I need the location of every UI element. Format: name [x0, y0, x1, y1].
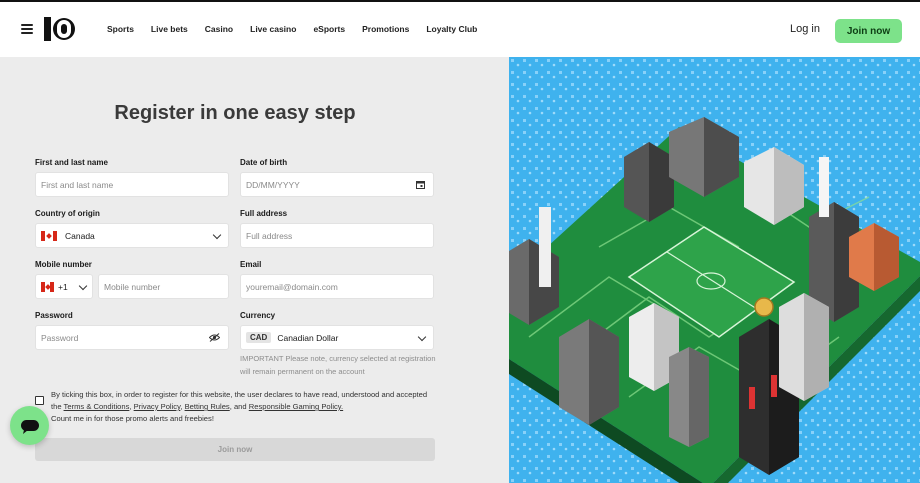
address-field[interactable]: Full address — [240, 223, 434, 248]
nav-esports[interactable]: eSports — [313, 24, 345, 34]
calendar-icon[interactable] — [416, 180, 425, 189]
join-now-button[interactable]: Join now — [835, 19, 902, 43]
password-field[interactable]: Password — [35, 325, 229, 350]
currency-note: IMPORTANT Please note, currency selected… — [240, 354, 436, 376]
menu-icon[interactable] — [21, 24, 33, 34]
promo-consent-text: Count me in for those promo alerts and f… — [51, 414, 214, 423]
main-nav: Sports Live bets Casino Live casino eSpo… — [107, 24, 494, 34]
dob-field[interactable]: DD/MM/YYYY — [240, 172, 434, 197]
canada-flag-icon — [41, 230, 57, 241]
nav-sports[interactable]: Sports — [107, 24, 134, 34]
privacy-link[interactable]: Privacy Policy — [134, 402, 181, 411]
login-link[interactable]: Log in — [790, 23, 820, 35]
terms-text: By ticking this box, in order to registe… — [51, 390, 428, 423]
mobile-placeholder: Mobile number — [104, 281, 161, 292]
email-field[interactable]: youremail@domain.com — [240, 274, 434, 299]
nav-live-casino[interactable]: Live casino — [250, 24, 296, 34]
email-placeholder: youremail@domain.com — [246, 281, 338, 292]
terms-link[interactable]: Terms & Conditions — [64, 402, 130, 411]
responsible-gaming-link[interactable]: Responsible Gaming Policy. — [249, 402, 343, 411]
eye-slash-icon[interactable] — [209, 333, 220, 342]
chevron-down-icon — [417, 332, 427, 342]
currency-select[interactable]: CAD Canadian Dollar — [240, 325, 434, 350]
nav-loyalty-club[interactable]: Loyalty Club — [426, 24, 477, 34]
country-select[interactable]: Canada — [35, 223, 229, 248]
chat-icon — [20, 419, 39, 434]
promo-illustration — [509, 57, 920, 483]
submit-join-button[interactable]: Join now — [35, 438, 435, 461]
address-placeholder: Full address — [246, 230, 293, 241]
currency-value: Canadian Dollar — [277, 332, 339, 343]
chevron-down-icon — [78, 281, 88, 291]
canada-flag-icon — [41, 281, 54, 292]
name-label: First and last name — [35, 158, 108, 167]
nav-live-bets[interactable]: Live bets — [151, 24, 188, 34]
dob-placeholder: DD/MM/YYYY — [246, 179, 300, 190]
betting-rules-link[interactable]: Betting Rules — [185, 402, 230, 411]
chat-button[interactable] — [10, 406, 49, 445]
name-placeholder: First and last name — [41, 179, 114, 190]
page-title: Register in one easy step — [114, 102, 356, 124]
dob-label: Date of birth — [240, 158, 288, 167]
country-label: Country of origin — [35, 209, 100, 218]
brand-logo[interactable] — [44, 16, 76, 42]
phone-code-value: +1 — [58, 281, 68, 292]
password-label: Password — [35, 311, 73, 320]
name-field[interactable]: First and last name — [35, 172, 229, 197]
mobile-label: Mobile number — [35, 260, 92, 269]
country-value: Canada — [65, 230, 95, 241]
site-header: Sports Live bets Casino Live casino eSpo… — [0, 2, 920, 57]
nav-casino[interactable]: Casino — [205, 24, 233, 34]
chevron-down-icon — [212, 230, 222, 240]
terms-and: , and — [229, 402, 247, 411]
city-circuit-illustration — [509, 57, 920, 483]
email-label: Email — [240, 260, 262, 269]
phone-code-select[interactable]: +1 — [35, 274, 93, 299]
currency-label: Currency — [240, 311, 276, 320]
currency-code-badge: CAD — [246, 332, 272, 343]
address-label: Full address — [240, 209, 288, 218]
nav-promotions[interactable]: Promotions — [362, 24, 409, 34]
mobile-field[interactable]: Mobile number — [98, 274, 229, 299]
terms-checkbox[interactable] — [35, 396, 44, 405]
password-placeholder: Password — [41, 332, 79, 343]
